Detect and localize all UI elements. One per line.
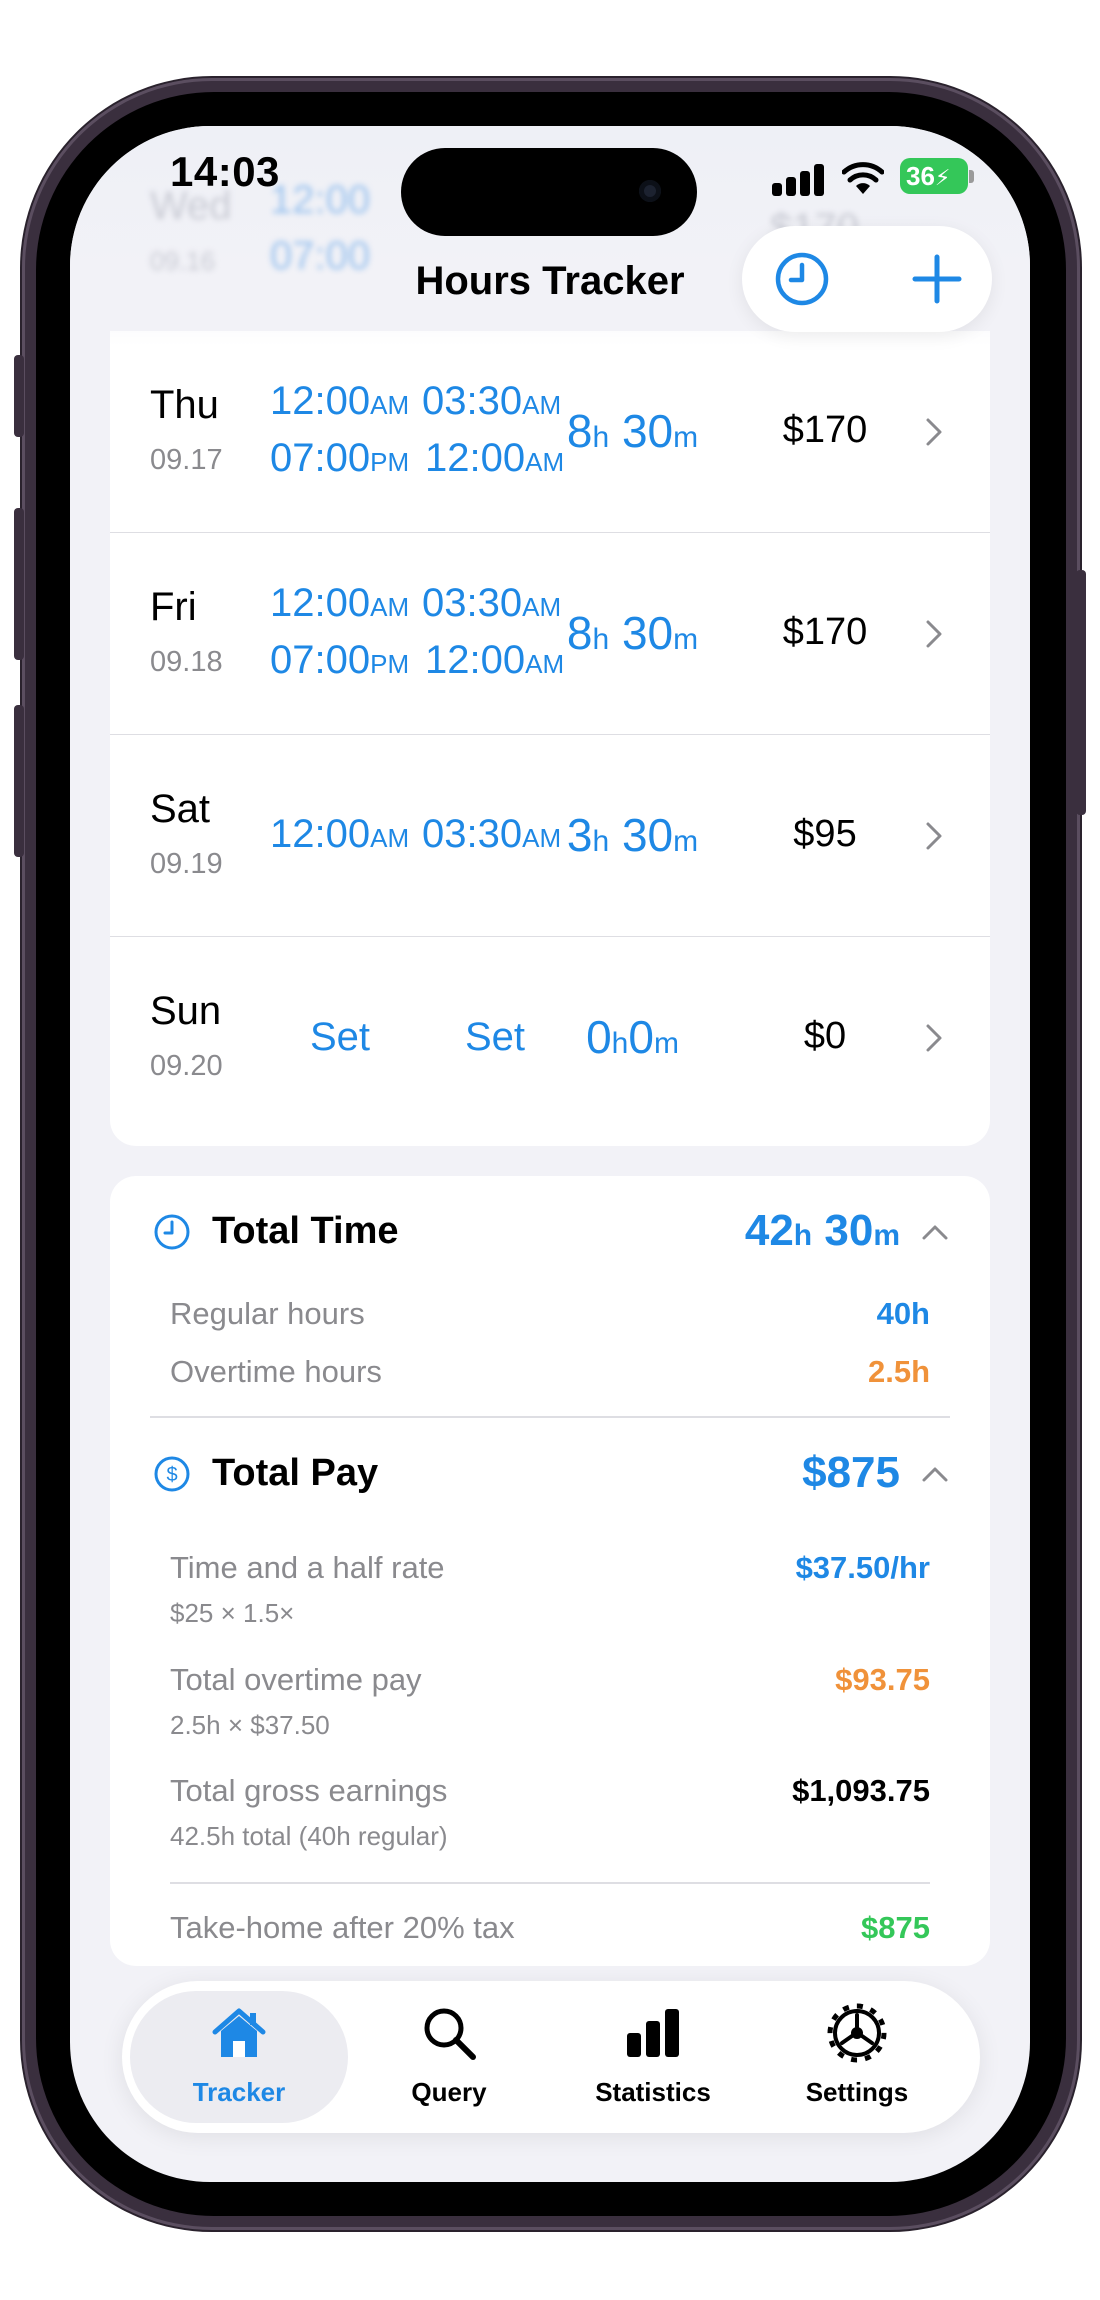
tab-statistics[interactable]: Statistics bbox=[544, 1991, 762, 2123]
action-button bbox=[14, 355, 24, 437]
set-clock-out-button[interactable]: Set bbox=[465, 1015, 525, 1060]
clock-icon bbox=[154, 1214, 190, 1250]
clock-in-1[interactable]: 12:00AM bbox=[270, 581, 409, 626]
tab-query[interactable]: Query bbox=[340, 1991, 558, 2123]
day-duration: 3h 30m bbox=[566, 809, 699, 861]
takehome-value: $875 bbox=[861, 1910, 930, 1945]
tab-label: Settings bbox=[805, 2077, 909, 2107]
clock-out-1[interactable]: 03:30AM bbox=[422, 581, 561, 626]
clock-in-1[interactable]: 12:00AM bbox=[270, 379, 409, 424]
day-date: 09.20 bbox=[150, 1050, 223, 1082]
day-amount: $170 bbox=[782, 611, 868, 653]
chevron-right-icon bbox=[926, 418, 942, 446]
chevron-right-icon bbox=[926, 822, 942, 850]
clock-in-2[interactable]: 07:00PM bbox=[270, 638, 409, 683]
rate-note: $25 × 1.5× bbox=[170, 1598, 295, 1628]
bar-chart-icon bbox=[627, 2009, 679, 2057]
tab-bar: Tracker Query Statistics Settings bbox=[122, 1981, 980, 2133]
gross-earnings-value: $1,093.75 bbox=[792, 1773, 930, 1808]
regular-hours-label: Regular hours bbox=[170, 1296, 365, 1331]
day-duration: 8h 30m bbox=[566, 405, 699, 457]
overtime-pay-note: 2.5h × $37.50 bbox=[170, 1710, 330, 1740]
section-divider bbox=[170, 1882, 930, 1884]
day-name: Sat bbox=[150, 787, 211, 831]
volume-up-button bbox=[14, 508, 24, 660]
day-name: Thu bbox=[150, 383, 219, 427]
status-bar: 14:03 36⚡ bbox=[70, 126, 1030, 246]
week-list: Thu 09.17 12:00AM 03:30AM 07:00PM 12:00A… bbox=[110, 331, 990, 1146]
section-divider bbox=[150, 1416, 950, 1418]
chevron-right-icon bbox=[926, 1024, 942, 1052]
total-time-label: Total Time bbox=[212, 1210, 399, 1252]
rate-value: $37.50/hr bbox=[795, 1550, 930, 1585]
clock-in-1[interactable]: 12:00AM bbox=[270, 812, 409, 857]
set-clock-in-button[interactable]: Set bbox=[310, 1015, 370, 1060]
tab-label: Query bbox=[411, 2077, 487, 2107]
gross-earnings-note: 42.5h total (40h regular) bbox=[170, 1821, 448, 1851]
rate-label: Time and a half rate bbox=[170, 1550, 445, 1585]
wifi-icon bbox=[842, 162, 884, 194]
gross-earnings-label: Total gross earnings bbox=[170, 1773, 448, 1808]
day-date: 09.17 bbox=[150, 444, 223, 476]
takehome-label: Take-home after 20% tax bbox=[170, 1910, 515, 1945]
day-duration: 0h0m bbox=[586, 1011, 679, 1063]
total-pay-value: $875 bbox=[802, 1448, 900, 1497]
day-amount: $0 bbox=[803, 1015, 847, 1057]
day-row-thu[interactable]: Thu 09.17 12:00AM 03:30AM 07:00PM 12:00A… bbox=[110, 331, 990, 533]
gear-icon bbox=[827, 2003, 887, 2063]
status-time: 14:03 bbox=[170, 148, 280, 195]
dynamic-island bbox=[401, 148, 697, 236]
regular-hours-value: 40h bbox=[876, 1296, 930, 1331]
day-row-sat[interactable]: Sat 09.19 12:00AM 03:30AM 3h 30m $95 bbox=[110, 735, 990, 937]
battery-level: 36 bbox=[906, 161, 935, 191]
clock-out-1[interactable]: 03:30AM bbox=[422, 379, 561, 424]
cellular-signal-icon bbox=[772, 164, 824, 196]
svg-text:$: $ bbox=[166, 1464, 177, 1486]
day-duration: 8h 30m bbox=[566, 607, 699, 659]
power-button bbox=[1076, 570, 1086, 815]
day-row-fri[interactable]: Fri 09.18 12:00AM 03:30AM 07:00PM 12:00A… bbox=[110, 533, 990, 735]
chevron-up-icon[interactable] bbox=[920, 1464, 950, 1484]
day-date: 09.18 bbox=[150, 646, 223, 678]
chevron-right-icon bbox=[926, 620, 942, 648]
tab-tracker[interactable]: Tracker bbox=[130, 1991, 348, 2123]
clock-button[interactable] bbox=[772, 249, 832, 309]
overtime-pay-value: $93.75 bbox=[835, 1662, 930, 1697]
volume-down-button bbox=[14, 705, 24, 857]
day-row-sun[interactable]: Sun 09.20 Set Set 0h0m $0 bbox=[110, 937, 990, 1139]
overtime-hours-label: Overtime hours bbox=[170, 1354, 382, 1389]
add-button[interactable] bbox=[907, 249, 967, 309]
tab-settings[interactable]: Settings bbox=[748, 1991, 966, 2123]
battery-icon: 36⚡ bbox=[900, 158, 968, 194]
clock-out-2[interactable]: 12:00AM bbox=[425, 436, 564, 481]
day-name: Fri bbox=[150, 585, 197, 629]
overtime-pay-label: Total overtime pay bbox=[170, 1662, 422, 1697]
battery-cap bbox=[969, 170, 974, 183]
total-time-value: 42h 30m bbox=[744, 1206, 900, 1255]
total-pay-label: Total Pay bbox=[212, 1452, 379, 1494]
day-amount: $95 bbox=[793, 813, 857, 855]
summary-card: Total Time 42h 30m Regular hours 40h Ove… bbox=[110, 1176, 990, 1966]
clock-in-2[interactable]: 07:00PM bbox=[270, 436, 409, 481]
dollar-circle-icon: $ bbox=[154, 1456, 190, 1492]
day-date: 09.19 bbox=[150, 848, 223, 880]
overtime-hours-value: 2.5h bbox=[867, 1354, 930, 1389]
day-name: Sun bbox=[150, 989, 222, 1033]
clock-out-1[interactable]: 03:30AM bbox=[422, 812, 561, 857]
tab-label: Statistics bbox=[595, 2077, 711, 2107]
house-icon bbox=[212, 2008, 266, 2057]
tab-label: Tracker bbox=[192, 2077, 286, 2107]
clock-out-2[interactable]: 12:00AM bbox=[425, 638, 564, 683]
screen: 14:03 36⚡ Wed 09.16 12:00 07:00 $170 Hou… bbox=[70, 126, 1030, 2182]
camera-icon bbox=[639, 180, 661, 202]
chevron-up-icon[interactable] bbox=[920, 1222, 950, 1242]
search-icon bbox=[424, 2008, 476, 2060]
day-amount: $170 bbox=[782, 409, 868, 451]
